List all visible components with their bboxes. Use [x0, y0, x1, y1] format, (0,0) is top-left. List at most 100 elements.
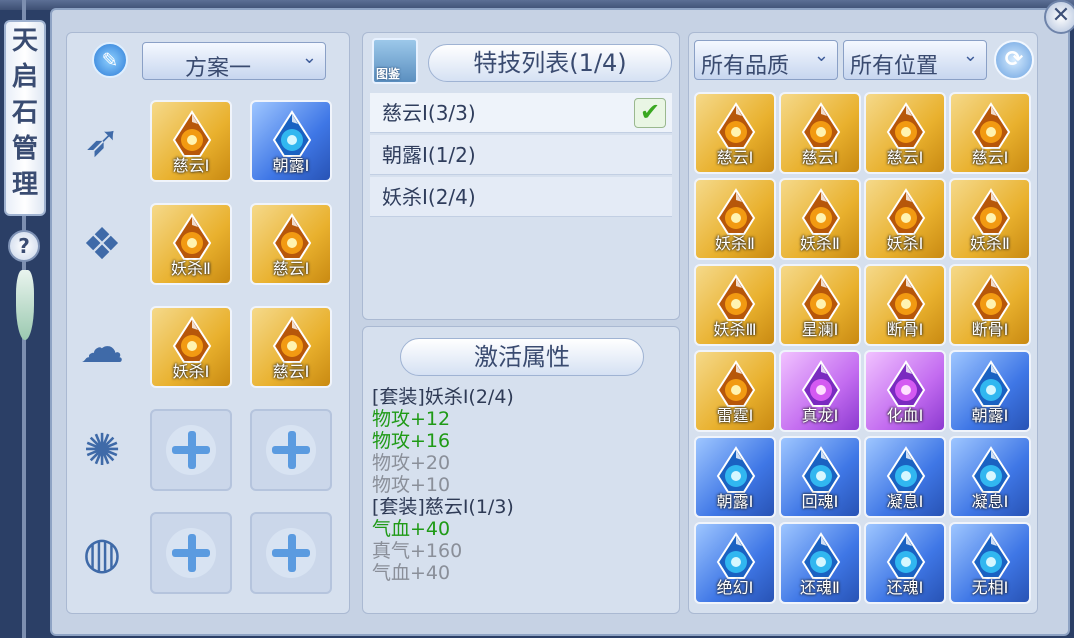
- skill-row[interactable]: 慈云Ⅰ(3/3) ✔: [370, 93, 672, 133]
- gem-item[interactable]: 慈云Ⅰ: [779, 92, 861, 174]
- plus-icon: [166, 528, 216, 578]
- drum-icon: ◍: [82, 528, 122, 579]
- gem-name: 还魂Ⅱ: [800, 578, 840, 597]
- attributes-title: 激活属性: [400, 338, 644, 376]
- attribute-line: 气血+40: [372, 518, 451, 540]
- gem-item[interactable]: 朝露Ⅰ: [250, 100, 332, 182]
- gem-name: 朝露Ⅰ: [272, 156, 310, 175]
- gem-name: 凝息Ⅰ: [971, 492, 1009, 511]
- plus-icon: [166, 425, 216, 475]
- gem-name: 妖杀Ⅱ: [800, 234, 840, 253]
- attribute-line: 物攻+12: [372, 408, 451, 430]
- attribute-line: 物攻+10: [372, 474, 451, 496]
- skill-row[interactable]: 朝露Ⅰ(1/2): [370, 135, 672, 175]
- gem-item[interactable]: 凝息Ⅰ: [949, 436, 1031, 518]
- gem-item[interactable]: 断骨Ⅰ: [949, 264, 1031, 346]
- position-filter-dropdown[interactable]: 所有位置 ⌄: [843, 40, 987, 80]
- plus-icon: [266, 528, 316, 578]
- gem-item[interactable]: 妖杀Ⅰ: [864, 178, 946, 260]
- gem-item[interactable]: 回魂Ⅰ: [779, 436, 861, 518]
- scheme-dropdown-label: 方案一: [185, 56, 252, 81]
- gem-item[interactable]: 真龙Ⅰ: [779, 350, 861, 432]
- sidebar-title-char: 管: [11, 134, 38, 164]
- gem-name: 无相Ⅰ: [971, 578, 1009, 597]
- attribute-line: [套装]慈云Ⅰ(1/3): [372, 496, 514, 518]
- plus-icon: [266, 425, 316, 475]
- gem-item[interactable]: 还魂Ⅰ: [864, 522, 946, 604]
- gem-name: 妖杀Ⅰ: [886, 234, 924, 253]
- spiral-icon: ✺: [83, 425, 121, 476]
- gem-name: 慈云Ⅰ: [971, 148, 1009, 167]
- gem-name: 雷霆Ⅰ: [716, 406, 754, 425]
- skill-list-title: 特技列表(1/4): [428, 44, 672, 82]
- refresh-button[interactable]: ⟳: [994, 40, 1034, 80]
- gem-item[interactable]: 慈云Ⅰ: [864, 92, 946, 174]
- sidebar-tab-tianqishi[interactable]: 天 启 石 管 理: [4, 20, 46, 216]
- gem-item[interactable]: 凝息Ⅰ: [864, 436, 946, 518]
- attribute-line: 真气+160: [372, 540, 463, 562]
- empty-slot[interactable]: [250, 409, 332, 491]
- codex-label: 图鉴: [376, 67, 401, 81]
- edit-scheme-icon[interactable]: ✎: [92, 42, 128, 78]
- gem-item[interactable]: 慈云Ⅰ: [250, 203, 332, 285]
- empty-slot[interactable]: [150, 512, 232, 594]
- gem-name: 妖杀Ⅰ: [172, 362, 210, 381]
- chevron-down-icon: ⌄: [813, 45, 829, 66]
- gem-item[interactable]: 慈云Ⅰ: [694, 92, 776, 174]
- gem-item[interactable]: 妖杀Ⅱ: [949, 178, 1031, 260]
- gem-item[interactable]: 雷霆Ⅰ: [694, 350, 776, 432]
- gem-item[interactable]: 朝露Ⅰ: [694, 436, 776, 518]
- gem-item[interactable]: 绝幻Ⅰ: [694, 522, 776, 604]
- sidebar-title-char: 天: [11, 26, 38, 56]
- gem-name: 星澜Ⅰ: [801, 320, 839, 339]
- gem-name: 妖杀Ⅱ: [171, 259, 211, 278]
- gem-item[interactable]: 妖杀Ⅲ: [694, 264, 776, 346]
- quality-filter-dropdown[interactable]: 所有品质 ⌄: [694, 40, 838, 80]
- skill-row[interactable]: 妖杀Ⅰ(2/4): [370, 177, 672, 217]
- gem-item[interactable]: 慈云Ⅰ: [150, 100, 232, 182]
- gem-name: 慈云Ⅰ: [272, 259, 310, 278]
- empty-slot[interactable]: [150, 409, 232, 491]
- gem-item[interactable]: 断骨Ⅰ: [864, 264, 946, 346]
- gem-name: 慈云Ⅰ: [801, 148, 839, 167]
- gem-item[interactable]: 无相Ⅰ: [949, 522, 1031, 604]
- empty-slot[interactable]: [250, 512, 332, 594]
- gem-name: 绝幻Ⅰ: [716, 578, 754, 597]
- gem-name: 慈云Ⅰ: [172, 156, 210, 175]
- gem-item[interactable]: 妖杀Ⅱ: [694, 178, 776, 260]
- tassel-decoration: [16, 270, 34, 340]
- scheme-dropdown[interactable]: 方案一 ⌄: [142, 42, 326, 81]
- help-button[interactable]: ?: [8, 230, 40, 262]
- gem-item[interactable]: 妖杀Ⅱ: [779, 178, 861, 260]
- attribute-line: 物攻+20: [372, 452, 451, 474]
- cloud-icon: ☁: [80, 322, 124, 373]
- gem-name: 断骨Ⅰ: [971, 320, 1009, 339]
- skill-row-label: 慈云Ⅰ(3/3): [382, 101, 476, 125]
- attribute-line: [套装]妖杀Ⅰ(2/4): [372, 386, 514, 408]
- armor-icon: ❖: [82, 219, 122, 270]
- gem-item[interactable]: 化血Ⅰ: [864, 350, 946, 432]
- skill-row-label: 妖杀Ⅰ(2/4): [382, 185, 476, 209]
- gem-name: 慈云Ⅰ: [886, 148, 924, 167]
- gem-name: 真龙Ⅰ: [801, 406, 839, 425]
- attribute-line: 气血+40: [372, 562, 451, 584]
- gem-item[interactable]: 朝露Ⅰ: [949, 350, 1031, 432]
- gem-item[interactable]: 星澜Ⅰ: [779, 264, 861, 346]
- attribute-line: 物攻+16: [372, 430, 451, 452]
- gem-item[interactable]: 妖杀Ⅰ: [150, 306, 232, 388]
- close-button[interactable]: ✕: [1044, 0, 1074, 34]
- sidebar-title-char: 启: [11, 62, 38, 92]
- gem-item[interactable]: 还魂Ⅱ: [779, 522, 861, 604]
- codex-button[interactable]: 图鉴: [372, 38, 418, 84]
- gem-name: 慈云Ⅰ: [716, 148, 754, 167]
- gem-name: 慈云Ⅰ: [272, 362, 310, 381]
- gem-item[interactable]: 慈云Ⅰ: [250, 306, 332, 388]
- skill-row-label: 朝露Ⅰ(1/2): [382, 143, 476, 167]
- gem-name: 朝露Ⅰ: [971, 406, 1009, 425]
- check-icon: ✔: [634, 98, 666, 128]
- gem-name: 妖杀Ⅱ: [970, 234, 1010, 253]
- gem-name: 妖杀Ⅲ: [713, 320, 757, 339]
- gem-item[interactable]: 慈云Ⅰ: [949, 92, 1031, 174]
- attribute-list: [套装]妖杀Ⅰ(2/4) 物攻+12 物攻+16 物攻+20 物攻+10 [套装]慈云Ⅰ(…: [372, 386, 672, 584]
- gem-item[interactable]: 妖杀Ⅱ: [150, 203, 232, 285]
